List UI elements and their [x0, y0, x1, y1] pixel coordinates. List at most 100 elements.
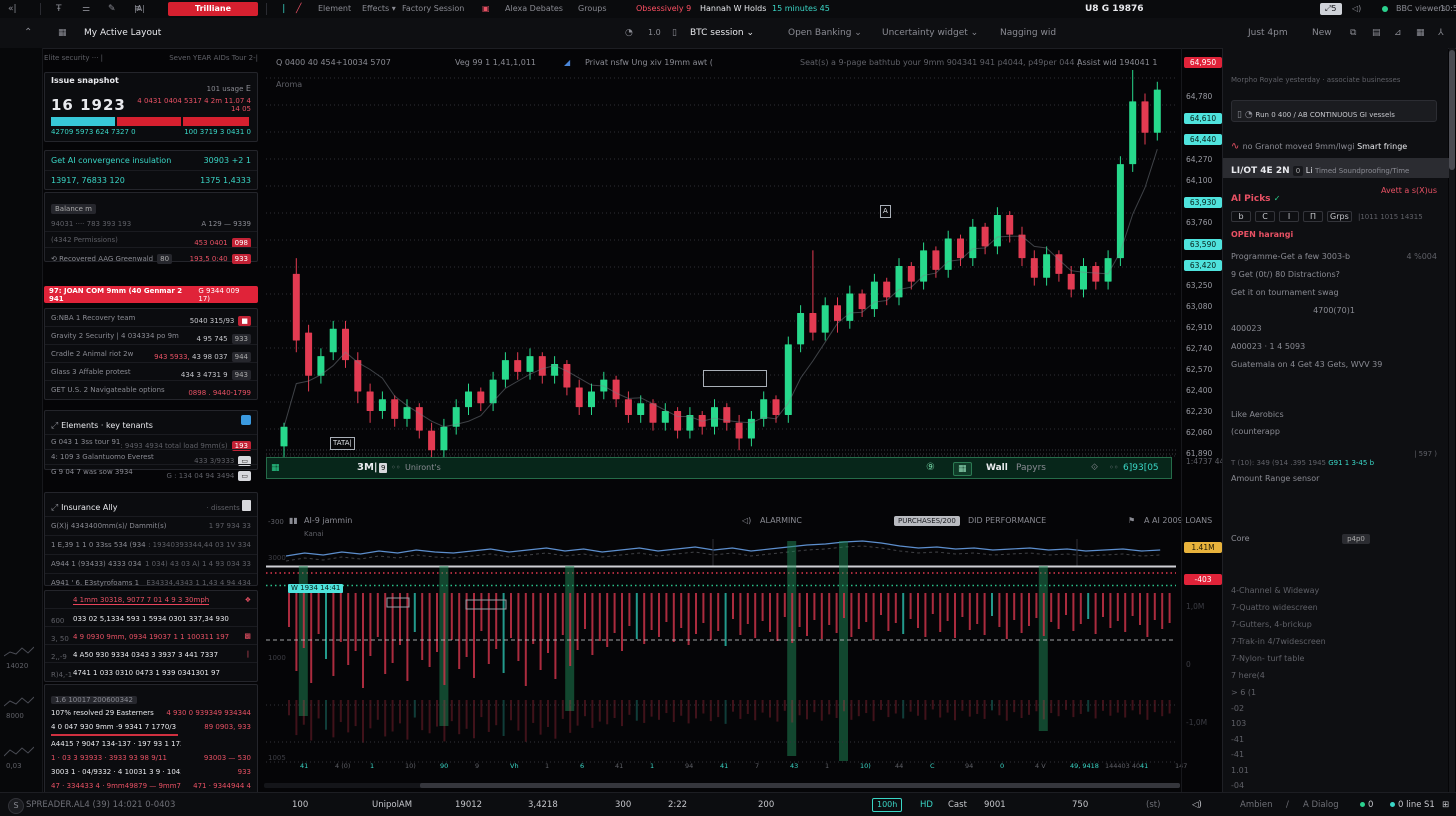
detail-row[interactable]: 400023 [1231, 324, 1437, 333]
layout-grid-icon[interactable]: ▦ [58, 18, 67, 48]
mini-button-i[interactable]: I [1279, 211, 1299, 222]
statusbar-item[interactable]: / [1286, 793, 1289, 816]
ticker-row[interactable]: R)4,-1 4741 1 033 0310 0473 1 939 034130… [45, 662, 257, 680]
detail-row[interactable]: 4700(70)1 [1231, 306, 1437, 315]
indicator-label[interactable]: AI-9 jammin [304, 516, 352, 525]
news-row[interactable]: 3003 1 · 04/9332 · 4 10031 3 9 · 1043 1 … [45, 765, 257, 779]
detail-row[interactable]: Get it on tournament swag [1231, 288, 1437, 297]
insight-row[interactable]: 13917, 76833 1201375 1,4333 [45, 170, 257, 190]
core-chip[interactable]: p4p0 [1342, 534, 1370, 544]
alert-banner[interactable]: 97: JOAN COM 9mm (40 Genmar 2 941G 9344 … [44, 286, 258, 303]
section-tab-bar[interactable]: LI/OT 4E 2N 0 Li Timed Soundproofing/Tim… [1223, 158, 1449, 178]
expand-icon[interactable]: ⤢ [51, 503, 61, 513]
statusbar-item[interactable]: S1 [1424, 793, 1435, 816]
mode-badge[interactable]: |A| [134, 0, 145, 18]
statusbar-item[interactable]: UnipolAM [372, 793, 412, 816]
copy-icon[interactable]: ⧉ [1350, 18, 1356, 48]
order-row[interactable]: Glass 3 Affable protest434 3 4731 9943 [45, 362, 257, 380]
screenshot-icon[interactable]: ▣ [482, 0, 490, 18]
mini-button-c[interactable]: C [1255, 211, 1275, 222]
expand-button[interactable]: E [243, 84, 251, 93]
statusbar-item[interactable]: 100h [872, 793, 902, 816]
flag-icon[interactable]: ⚑ [1128, 516, 1135, 525]
nodes-icon[interactable]: ⚌ [82, 0, 90, 18]
scrollbar-thumb[interactable] [420, 783, 1180, 788]
insight-row[interactable]: Get AI convergence insulation30903 +2 1 [45, 151, 257, 170]
statusbar-item[interactable]: HD [920, 793, 933, 816]
ai-picks-row[interactable]: Al Picks ✓Avett a s(X)us [1231, 186, 1437, 205]
strategy-row[interactable]: ∿ no Granot moved 9mm/lwgi Smart fringe [1231, 134, 1407, 153]
menu-item-3[interactable]: Factory Session [402, 0, 464, 18]
expand-icon[interactable]: ⤢ [51, 421, 61, 431]
order-row[interactable]: Gravity 2 Security | 4 034334 po 9mm-5-2… [45, 326, 257, 344]
chart-h-scrollbar[interactable] [264, 783, 1180, 788]
order-row[interactable]: G:NBA 1 Recovery team5040 315/93■ [45, 309, 257, 326]
mini-button-π[interactable]: Π [1303, 211, 1323, 222]
watch-list-item[interactable]: 7 here(4 [1231, 671, 1265, 680]
volume-delta-chart[interactable]: 300010001005 [264, 535, 1180, 779]
speaker-icon[interactable]: ◁) [1192, 793, 1202, 816]
watch-list-item[interactable]: 7-Gutters, 4-brickup [1231, 620, 1312, 629]
right-menu-just[interactable]: Just 4pm [1248, 18, 1288, 48]
detail-row[interactable]: Programme-Get a few 3003-b4 %004 [1231, 252, 1437, 261]
statusbar-item[interactable]: A Dialog [1303, 793, 1339, 816]
layout-icon[interactable]: ▤ [1372, 18, 1381, 48]
news-row[interactable]: 107% resolved 29 Easterners4 930 0 93934… [45, 706, 257, 720]
order-row[interactable]: Cradle 2 Animal riot 2w943 5933, 43 98 0… [45, 344, 257, 362]
chart-tool-icon[interactable]: ⊿ [1394, 18, 1402, 48]
right-panel-scrollbar[interactable] [1449, 48, 1455, 792]
statusbar-item[interactable]: 3,4218 [528, 793, 558, 816]
ticker-row[interactable]: 2,,-9 4 A50 930 9334 0343 3 3937 3 441 7… [45, 644, 257, 662]
purchases-chip[interactable]: PURCHASES/200 [894, 516, 960, 526]
mini-button-b[interactable]: b [1231, 211, 1251, 222]
detail-row[interactable]: A00023 · 1 4 5093 [1231, 342, 1437, 351]
candlestick-chart[interactable] [264, 66, 1180, 458]
dropdown-uncertainty-widget[interactable]: Uncertainty widget ⌄ [882, 18, 978, 48]
statusbar-item[interactable]: 100 [292, 793, 308, 816]
circle-badge-icon[interactable]: ⑨ [926, 458, 935, 478]
symbol-selector[interactable]: BTC session ⌄ [690, 18, 754, 48]
insurance-row[interactable]: 1 E,39 1 1 0 33ss 534 (934: 19340393344,… [45, 535, 257, 554]
red-pen-icon[interactable]: ╱ [296, 0, 301, 18]
menu-item-2[interactable]: Effects ▾ [362, 0, 396, 18]
dropdown-nagging[interactable]: Nagging wid [1000, 18, 1056, 48]
order-row[interactable]: GET U.S. 2 Navigateable options0898 . 94… [45, 380, 257, 398]
ticker-row[interactable]: 3, 50 4 9 0930 9mm, 0934 19037 1 1 10031… [45, 626, 257, 644]
mini-chart-chip[interactable]: ▦ [953, 462, 972, 476]
statusbar-item[interactable]: 300 [615, 793, 631, 816]
back-icon[interactable]: «| [8, 0, 17, 18]
detail-row[interactable]: Guatemala on 4 Get 43 Gets, WVV 39 [1231, 360, 1437, 369]
pen-icon[interactable]: ✎ [108, 0, 116, 18]
news-row[interactable]: A4415 ? 9047 134-137 · 197 93 1 1734-1 0… [45, 737, 257, 751]
insurance-row[interactable]: A944 1 (93433) 4333 0341 034) 43 03 A) 1… [45, 554, 257, 573]
statusbar-item[interactable]: 2:22 [668, 793, 687, 816]
news-row[interactable]: 1 · 03 3 93933 · 3933 93 98 9/1193003 — … [45, 751, 257, 765]
detail-row[interactable]: 9 Get (0t/) 80 Distractions? [1231, 270, 1437, 279]
speaker-icon[interactable]: ◁) [1352, 0, 1361, 18]
news-row[interactable]: 47 · 334433 4 · 9mm49879 — 9mm7973344334… [45, 779, 257, 793]
watch-list-item[interactable]: 7-Nylon- turf table [1231, 654, 1304, 663]
dropdown-open-banking[interactable]: Open Banking ⌄ [788, 18, 862, 48]
statusbar-item[interactable]: (st) [1146, 793, 1160, 816]
chart-annotation[interactable]: A [880, 205, 891, 218]
menu-item-debates[interactable]: Alexa Debates [505, 0, 563, 18]
chart-annotation-box[interactable] [703, 370, 767, 387]
statusbar-item[interactable]: 750 [1072, 793, 1088, 816]
apps-grid-icon[interactable]: ⊞ [1442, 793, 1449, 816]
statusbar-item[interactable]: 9001 [984, 793, 1006, 816]
center-label[interactable]: ALARMINC [760, 516, 802, 525]
right-menu-new[interactable]: New [1312, 18, 1332, 48]
statusbar-item[interactable]: 200 [758, 793, 774, 816]
pin-icon[interactable]: Ŧ [56, 0, 62, 18]
statusbar-item[interactable]: Ambien [1240, 793, 1272, 816]
right-scroll-thumb[interactable] [1449, 50, 1455, 170]
layout-name[interactable]: My Active Layout [84, 18, 161, 48]
watch-list-item[interactable]: 7-Trak-in 4/7widescreen [1231, 637, 1326, 646]
ticker-row[interactable]: 4 1mm 30318, 9077 7 01 4 9 3 30mph❖ [45, 591, 257, 608]
chart-annotation[interactable]: TATA| [330, 437, 355, 450]
statusbar-item[interactable]: SPREADER.AL4 (39) 14:021 0-0403 [26, 793, 175, 816]
watch-list-item[interactable]: 4-Channel & Wideway [1231, 586, 1319, 595]
phone-icon[interactable]: ▯ [672, 18, 677, 48]
ticker-row[interactable]: 600 033 02 5,1334 593 1 5934 0301 337,34… [45, 608, 257, 626]
collapse-chevron[interactable]: ⌃ [24, 18, 32, 48]
